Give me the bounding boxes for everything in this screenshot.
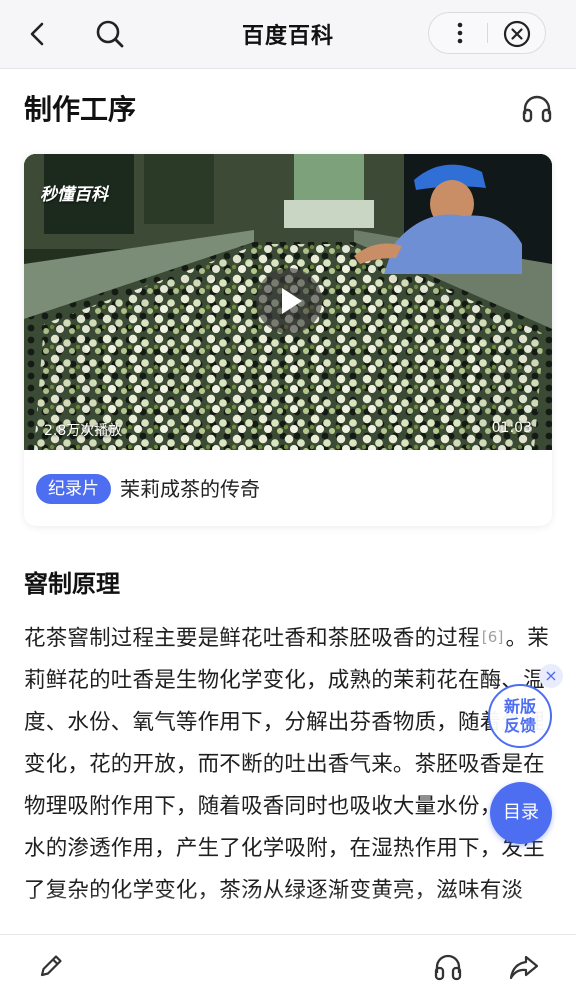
feedback-label-line1: 新版 xyxy=(503,697,536,716)
video-card[interactable]: 秒懂百科 2.8万次播放 01:03 纪录片 茉莉成茶的传奇 xyxy=(24,154,552,526)
play-icon xyxy=(282,288,302,314)
feedback-label-line2: 反馈 xyxy=(503,716,536,735)
video-thumbnail[interactable]: 秒懂百科 2.8万次播放 01:03 xyxy=(24,154,552,450)
close-circle-icon[interactable] xyxy=(502,19,532,49)
edit-icon[interactable] xyxy=(36,951,66,981)
capsule-divider xyxy=(487,23,488,43)
article-text: 。茉莉鲜花的吐香是生物化学变化，成熟的茉莉花在酶、温度、水份、氧气等作用下，分解… xyxy=(24,626,549,903)
view-count: 2.8万次播放 xyxy=(44,423,123,439)
article-paragraph: 花茶窨制过程主要是鲜花吐香和茶胚吸香的过程 [6]。茉莉鲜花的吐香是生物化学变化，… xyxy=(24,616,552,912)
feedback-close-button[interactable]: × xyxy=(539,664,563,688)
table-of-contents-button[interactable]: 目录 xyxy=(490,782,552,844)
share-icon[interactable] xyxy=(508,951,540,983)
section-title: 制作工序 xyxy=(24,93,137,126)
video-duration: 01:03 xyxy=(491,420,532,436)
top-nav-bar: 百度百科 xyxy=(0,0,576,69)
reference-link[interactable]: [6] xyxy=(482,628,504,646)
category-badge: 纪录片 xyxy=(36,474,111,504)
mini-program-capsule xyxy=(428,12,546,54)
play-button[interactable] xyxy=(256,268,322,334)
headphone-icon[interactable] xyxy=(520,92,554,124)
article-text: 花茶窨制过程主要是鲜花吐香和茶胚吸香的过程 xyxy=(24,626,480,651)
feedback-button[interactable]: 新版 反馈 xyxy=(488,684,552,748)
article-subtitle: 窨制原理 xyxy=(24,570,120,598)
content-fade xyxy=(0,890,576,934)
bottom-toolbar xyxy=(0,934,576,1001)
watermark-logo: 秒懂百科 xyxy=(40,185,108,205)
headphone-icon[interactable] xyxy=(432,951,464,983)
more-icon[interactable] xyxy=(447,20,473,46)
video-title[interactable]: 茉莉成茶的传奇 xyxy=(120,475,260,503)
